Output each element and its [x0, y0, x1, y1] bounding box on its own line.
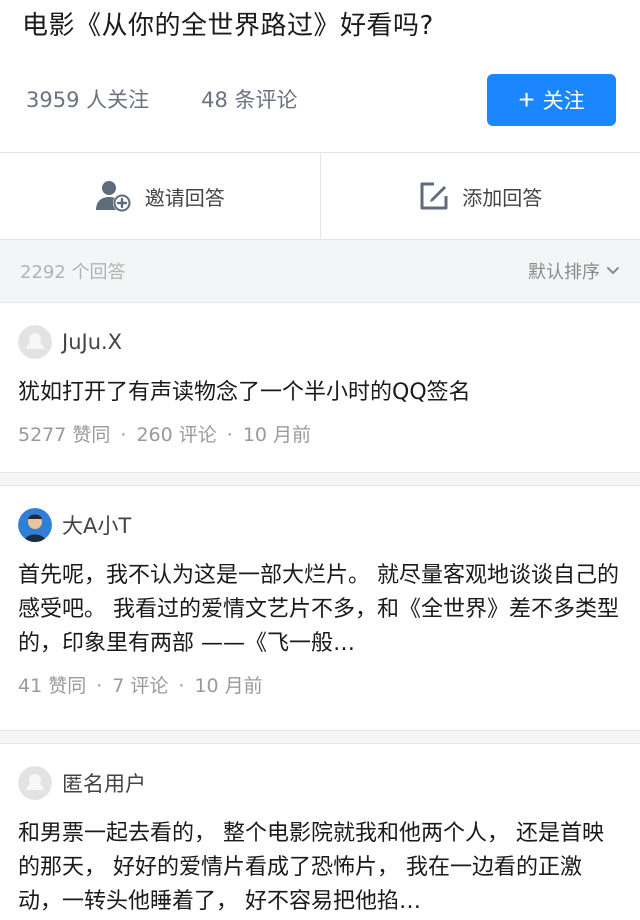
answers-count: 2292 个回答	[20, 262, 126, 283]
sort-dropdown[interactable]: 默认排序	[528, 258, 620, 284]
author-name[interactable]: 匿名用户	[62, 768, 146, 798]
answers-header: 2292 个回答 默认排序	[0, 239, 640, 303]
answer-time: 10 月前	[242, 424, 312, 446]
chevron-down-icon	[607, 267, 619, 275]
answer-excerpt[interactable]: 和男票一起去看的， 整个电影院就我和他两个人， 还是首映的那天， 好好的爱情片看…	[18, 817, 622, 919]
answer-card[interactable]: 匿名用户 和男票一起去看的， 整个电影院就我和他两个人， 还是首映的那天， 好好…	[0, 763, 640, 920]
question-stats: 3959 人关注 48 条评论	[26, 84, 350, 114]
comment-count: 260 评论	[136, 424, 217, 446]
add-answer-label: 添加回答	[462, 185, 543, 210]
answer-author[interactable]: 大A小T	[18, 505, 622, 545]
follow-button[interactable]: + 关注	[487, 74, 616, 126]
plus-icon: +	[518, 84, 535, 115]
answer-card[interactable]: JuJu.X 犹如打开了有声读物念了一个半小时的QQ签名 5277 赞同 · 260…	[0, 322, 640, 472]
followers-count[interactable]: 3959 人关注	[26, 84, 149, 114]
sort-label: 默认排序	[528, 262, 600, 283]
invite-user-icon	[95, 181, 131, 212]
answer-separator	[0, 472, 640, 486]
like-count: 5277 赞同	[18, 424, 111, 446]
avatar[interactable]	[18, 766, 52, 800]
question-actions: 邀请回答 添加回答	[0, 153, 640, 239]
answer-author[interactable]: JuJu.X	[18, 322, 622, 362]
like-count: 41 赞同	[18, 675, 87, 697]
answer-author[interactable]: 匿名用户	[18, 763, 622, 803]
answer-meta: 41 赞同 · 7 评论 · 10 月前	[18, 675, 263, 697]
answer-separator	[0, 730, 640, 744]
author-name[interactable]: 大A小T	[62, 510, 131, 540]
question-title: 电影《从你的全世界路过》好看吗?	[22, 11, 434, 41]
add-answer-button[interactable]: 添加回答	[319, 153, 640, 239]
edit-icon	[420, 182, 448, 210]
avatar[interactable]	[18, 325, 52, 359]
comment-count: 7 评论	[112, 675, 169, 697]
invite-answer-label: 邀请回答	[144, 185, 225, 210]
invite-answer-button[interactable]: 邀请回答	[0, 153, 320, 239]
answer-excerpt[interactable]: 首先呢，我不认为这是一部大烂片。 就尽量客观地谈谈自己的感受吧。 我看过的爱情文…	[18, 559, 622, 661]
avatar[interactable]	[18, 508, 52, 542]
answer-time: 10 月前	[194, 675, 263, 697]
answer-meta: 5277 赞同 · 260 评论 · 10 月前	[18, 424, 312, 446]
follow-button-label: 关注	[542, 90, 585, 113]
author-name[interactable]: JuJu.X	[62, 330, 122, 354]
answer-card[interactable]: 大A小T 首先呢，我不认为这是一部大烂片。 就尽量客观地谈谈自己的感受吧。 我看…	[0, 505, 640, 727]
answer-excerpt[interactable]: 犹如打开了有声读物念了一个半小时的QQ签名	[18, 376, 622, 410]
comments-count[interactable]: 48 条评论	[201, 84, 297, 114]
